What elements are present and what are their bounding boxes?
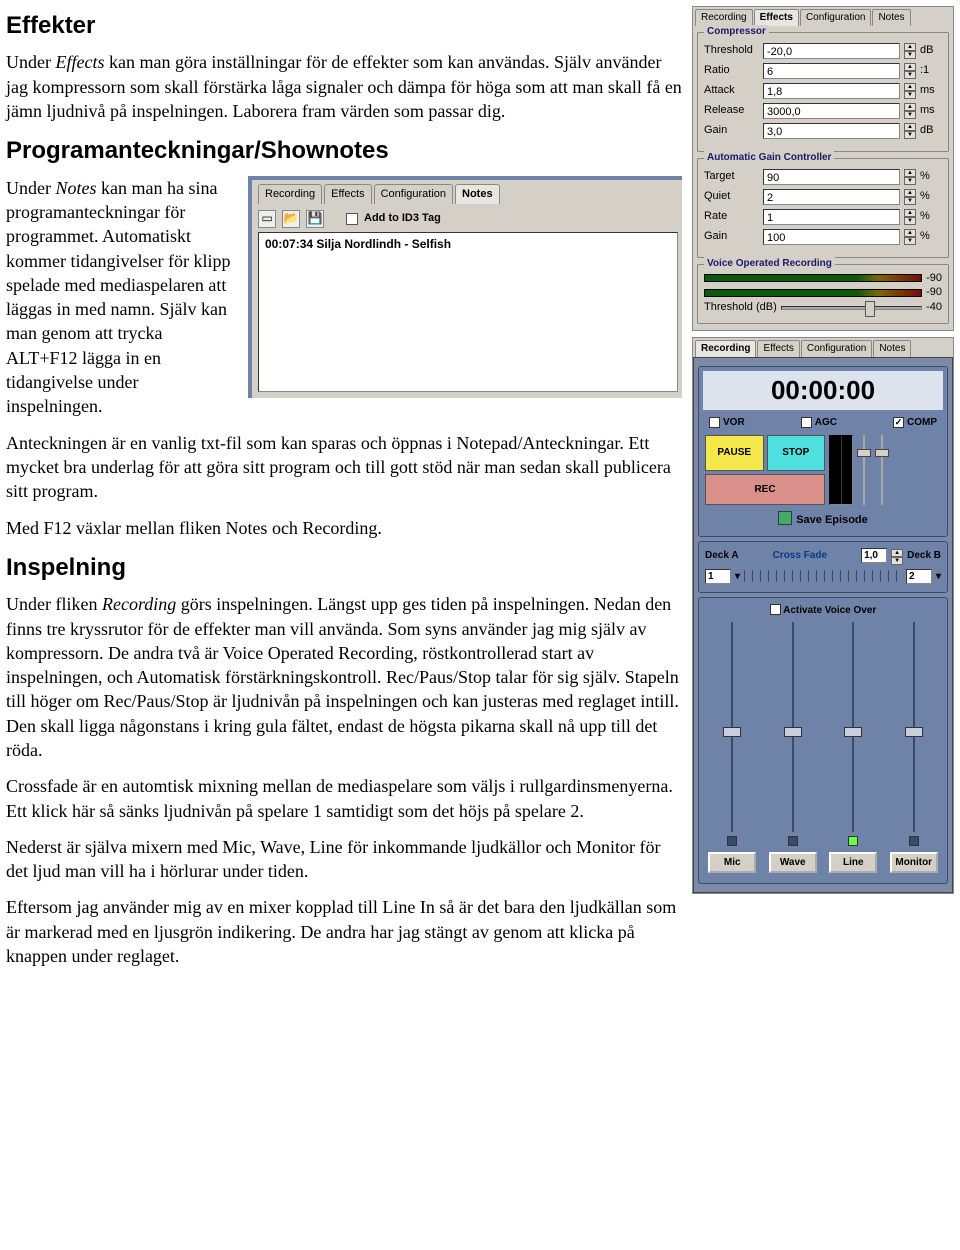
vor-group: Voice Operated Recording -90 -90 Thresho… — [697, 264, 949, 325]
quiet-input[interactable]: 2 — [763, 189, 900, 205]
disk-icon — [778, 511, 792, 525]
para-notes-left: Under Notes kan man ha sina programantec… — [6, 176, 236, 419]
release-spin[interactable]: ▲▼ — [904, 103, 916, 119]
heading-effekter: Effekter — [6, 10, 682, 42]
release-input[interactable]: 3000,0 — [763, 103, 900, 119]
monitor-led — [909, 836, 919, 846]
new-icon[interactable]: ▭ — [258, 210, 276, 228]
target-spin[interactable]: ▲▼ — [904, 169, 916, 185]
agc-checkbox[interactable] — [801, 417, 812, 428]
rec-tab-recording[interactable]: Recording — [695, 340, 756, 357]
crossfade-slider[interactable] — [744, 570, 902, 582]
save-icon[interactable]: 💾 — [306, 210, 324, 228]
stop-button[interactable]: STOP — [767, 435, 826, 471]
tab-notes[interactable]: Notes — [455, 184, 500, 204]
ratio-input[interactable]: 6 — [763, 63, 900, 79]
heading-shownotes: Programanteckningar/Shownotes — [6, 135, 682, 167]
threshold-input[interactable]: -20,0 — [763, 43, 900, 59]
agc-gain-input[interactable]: 100 — [763, 229, 900, 245]
comp-checkbox[interactable]: ✓ — [893, 417, 904, 428]
activate-voiceover-label: Activate Voice Over — [783, 605, 876, 616]
vor-checkbox[interactable] — [709, 417, 720, 428]
para-linein: Eftersom jag använder mig av en mixer ko… — [6, 895, 682, 968]
mic-button[interactable]: Mic — [708, 852, 756, 874]
attack-spin[interactable]: ▲▼ — [904, 83, 916, 99]
input-level-slider-2[interactable] — [875, 435, 889, 505]
line-button[interactable]: Line — [829, 852, 877, 874]
tab-effects[interactable]: Effects — [324, 184, 371, 204]
add-to-id3-checkbox[interactable] — [346, 213, 358, 225]
para-crossfade: Crossfade är en automtisk mixning mellan… — [6, 774, 682, 823]
threshold-spin[interactable]: ▲▼ — [904, 43, 916, 59]
input-level-slider[interactable] — [857, 435, 871, 505]
ratio-spin[interactable]: ▲▼ — [904, 63, 916, 79]
deck-b-label: Deck B — [907, 549, 941, 563]
rec-tab-notes[interactable]: Notes — [873, 340, 911, 357]
crossfade-value[interactable]: 1,0 — [861, 548, 887, 564]
para-mixer: Nederst är själva mixern med Mic, Wave, … — [6, 835, 682, 884]
recording-panel: Recording Effects Configuration Notes 00… — [692, 337, 954, 894]
rate-input[interactable]: 1 — [763, 209, 900, 225]
gain-input[interactable]: 3,0 — [763, 123, 900, 139]
vor-meter-r — [704, 289, 922, 297]
vor-meter-l — [704, 274, 922, 282]
eff-tab-effects[interactable]: Effects — [754, 9, 799, 26]
open-icon[interactable]: 📂 — [282, 210, 300, 228]
para-effekter: Under Effects kan man göra inställningar… — [6, 50, 682, 123]
notes-panel: Recording Effects Configuration Notes ▭ … — [248, 176, 682, 398]
agc-gain-spin[interactable]: ▲▼ — [904, 229, 916, 245]
effects-panel: Recording Effects Configuration Notes Co… — [692, 6, 954, 331]
monitor-slider[interactable] — [907, 622, 921, 832]
rate-spin[interactable]: ▲▼ — [904, 209, 916, 225]
monitor-button[interactable]: Monitor — [890, 852, 938, 874]
compressor-title: Compressor — [704, 25, 769, 39]
activate-voiceover-checkbox[interactable] — [770, 604, 781, 615]
compressor-group: Compressor Threshold-20,0▲▼dB Ratio6▲▼:1… — [697, 32, 949, 152]
deck-b-select[interactable]: 2 — [906, 569, 932, 585]
chevron-down-icon[interactable]: ▾ — [936, 570, 941, 584]
line-led — [848, 836, 858, 846]
notes-tabbar: Recording Effects Configuration Notes — [258, 184, 678, 204]
agc-title: Automatic Gain Controller — [704, 151, 834, 165]
tab-configuration[interactable]: Configuration — [374, 184, 453, 204]
deck-a-label: Deck A — [705, 549, 739, 563]
chevron-down-icon[interactable]: ▾ — [735, 570, 740, 584]
gain-spin[interactable]: ▲▼ — [904, 123, 916, 139]
vor-threshold-label: Threshold (dB) — [704, 300, 777, 315]
save-episode-button[interactable]: Save Episode — [796, 514, 868, 526]
recording-timer: 00:00:00 — [703, 371, 943, 410]
para-recording: Under fliken Recording görs inspelningen… — [6, 592, 682, 762]
quiet-spin[interactable]: ▲▼ — [904, 189, 916, 205]
vor-threshold-slider[interactable] — [781, 306, 922, 310]
attack-input[interactable]: 1,8 — [763, 83, 900, 99]
rec-tab-effects[interactable]: Effects — [757, 340, 799, 357]
mic-led — [727, 836, 737, 846]
rec-tab-configuration[interactable]: Configuration — [801, 340, 872, 357]
heading-inspelning: Inspelning — [6, 552, 682, 584]
eff-tab-configuration[interactable]: Configuration — [800, 9, 871, 26]
line-slider[interactable] — [846, 622, 860, 832]
notes-textarea[interactable]: 00:07:34 Silja Nordlindh - Selfish — [258, 232, 678, 392]
wave-slider[interactable] — [786, 622, 800, 832]
vor-title: Voice Operated Recording — [704, 257, 835, 271]
pause-button[interactable]: PAUSE — [705, 435, 764, 471]
crossfade-label: Cross Fade — [743, 549, 858, 563]
rec-button[interactable]: REC — [705, 474, 825, 506]
eff-tab-notes[interactable]: Notes — [872, 9, 910, 26]
para-txtfile: Anteckningen är en vanlig txt-fil som ka… — [6, 431, 682, 504]
mic-slider[interactable] — [725, 622, 739, 832]
wave-led — [788, 836, 798, 846]
level-meter — [829, 435, 853, 505]
tab-recording[interactable]: Recording — [258, 184, 322, 204]
target-input[interactable]: 90 — [763, 169, 900, 185]
agc-group: Automatic Gain Controller Target90▲▼% Qu… — [697, 158, 949, 258]
add-to-id3-label: Add to ID3 Tag — [364, 211, 441, 226]
deck-a-select[interactable]: 1 — [705, 569, 731, 585]
crossfade-spin[interactable]: ▲▼ — [891, 549, 903, 563]
eff-tab-recording[interactable]: Recording — [695, 9, 753, 26]
para-f12: Med F12 växlar mellan fliken Notes och R… — [6, 516, 682, 540]
wave-button[interactable]: Wave — [769, 852, 817, 874]
